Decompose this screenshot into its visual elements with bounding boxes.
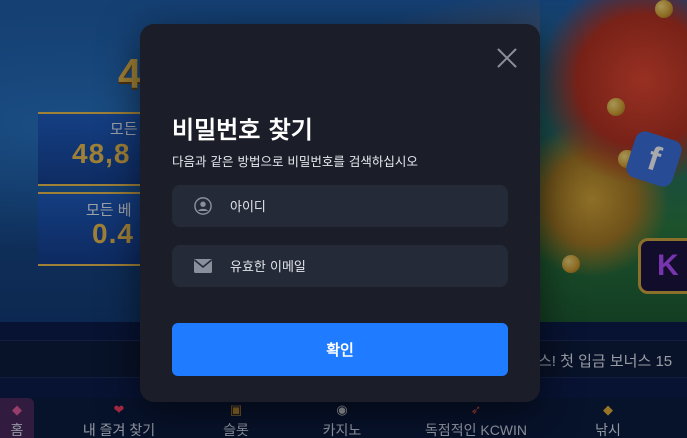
username-input[interactable] xyxy=(228,185,492,229)
dialog-subtitle: 다음과 같은 방법으로 비밀번호를 검색하십시오 xyxy=(172,154,418,169)
email-field[interactable] xyxy=(172,245,508,289)
user-icon xyxy=(194,197,212,215)
close-icon[interactable] xyxy=(496,46,518,68)
find-password-dialog: 비밀번호 찾기 다음과 같은 방법으로 비밀번호를 검색하십시오 확인 xyxy=(140,24,540,402)
username-field[interactable] xyxy=(172,185,508,229)
dialog-title: 비밀번호 찾기 xyxy=(172,116,313,144)
envelope-icon xyxy=(193,259,213,273)
confirm-button[interactable]: 확인 xyxy=(172,323,508,376)
app-screen: 4 모든 48,8 모든 베 0.4 f K 스! 첫 입금 보너스 15 ◆ … xyxy=(0,0,687,438)
email-input[interactable] xyxy=(228,245,492,289)
